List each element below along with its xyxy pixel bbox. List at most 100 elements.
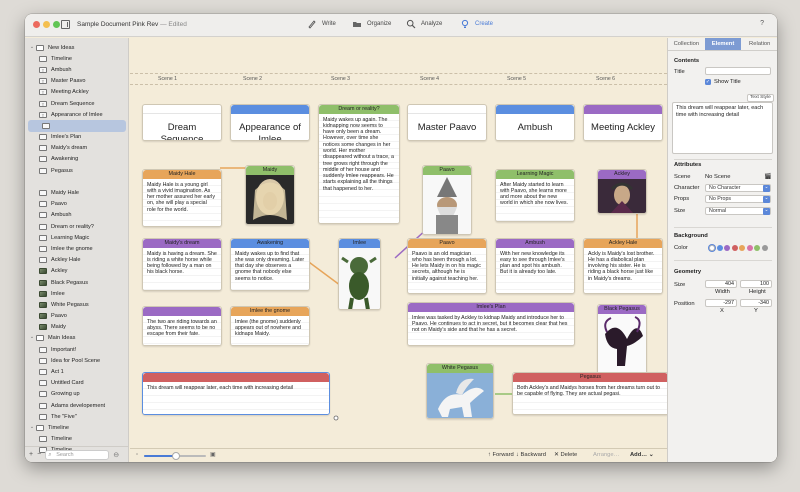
clapperboard-icon[interactable]: 🎬︎	[764, 173, 772, 180]
close-button[interactable]	[33, 21, 40, 28]
zoom-in-icon[interactable]: ▣	[210, 452, 215, 458]
width-field[interactable]: 404	[705, 280, 737, 288]
card-ackley-hale[interactable]: Ackley Hale Ackly is Maidy's lost brother…	[583, 238, 663, 294]
sidebar-item[interactable]: T Appearance of Imlee	[25, 109, 129, 120]
card-imlee-img[interactable]: Imlee	[338, 238, 381, 310]
sidebar-item[interactable]: Growing up	[25, 389, 129, 400]
size-select[interactable]: Normal	[705, 207, 771, 215]
card-maidys-dream[interactable]: Maidy's dream Maidy is having a dream. Sh…	[142, 238, 222, 291]
remove-item-button[interactable]: −	[37, 451, 41, 458]
sidebar-item[interactable]: Maidy's dream	[25, 143, 129, 154]
tab-relation[interactable]: Relation	[741, 38, 777, 50]
card-meeting-ackley[interactable]: Meeting Ackley	[583, 104, 663, 141]
arrange-button[interactable]: Arrange…	[593, 452, 619, 458]
toolbar-create-button[interactable]: Create	[460, 19, 493, 29]
sidebar-item[interactable]	[25, 176, 129, 187]
resize-handle-icon[interactable]	[333, 415, 339, 421]
board-canvas[interactable]: Scene 1 Scene 2 Scene 3 Scene 4 Scene 5 Scene…	[130, 38, 667, 448]
sidebar-item[interactable]: Awakening	[25, 154, 129, 165]
character-select[interactable]: No Character	[705, 184, 771, 192]
sidebar-item[interactable]: T Dream Sequence	[25, 98, 129, 109]
sidebar-item[interactable]: Paavo	[25, 199, 129, 210]
toolbar-write-button[interactable]: Write	[307, 19, 336, 29]
sidebar-item[interactable]: The "Five"	[25, 411, 129, 422]
disclosure-triangle-icon[interactable]: ⌄	[29, 424, 35, 431]
sidebar-item[interactable]: T Meeting Ackley	[25, 87, 129, 98]
sidebar-item[interactable]: Maidy	[25, 322, 129, 333]
card-imlee-gnome[interactable]: Imlee the gnome Imlee (the gnome) suddenl…	[230, 306, 310, 346]
sidebar-item[interactable]: Learning Magic	[25, 232, 129, 243]
card-learning-magic[interactable]: Learning Magic After Maidy started to lea…	[495, 169, 575, 222]
sidebar-item[interactable]: Idea for Pool Scene	[25, 355, 129, 366]
props-select[interactable]: No Props	[705, 195, 771, 203]
sidebar-item[interactable]: Ambush	[25, 210, 129, 221]
zoom-out-icon[interactable]: ▫	[136, 452, 138, 458]
tab-collection[interactable]: Collection	[668, 38, 705, 50]
filter-icon[interactable]: ⊖	[113, 451, 119, 459]
sidebar-item[interactable]: T Ambush	[25, 64, 129, 75]
color-swatch[interactable]	[731, 245, 738, 251]
sidebar-item[interactable]: Imlee the gnome	[25, 243, 129, 254]
card-pegasus[interactable]: Pegasus Both Ackley's and Maidys horses f…	[512, 372, 667, 415]
color-swatch[interactable]	[754, 245, 760, 251]
sidebar-item[interactable]: Timeline	[25, 53, 129, 64]
send-backward-button[interactable]: ↓ Backward	[516, 452, 546, 458]
card-maidy-hale[interactable]: Maidy Hale Maidy Hale is a young girl wit…	[142, 169, 222, 227]
sidebar-item[interactable]: Untitled Card	[25, 378, 129, 389]
card-maidy-img[interactable]: Maidy	[245, 165, 295, 225]
zoom-slider-knob[interactable]	[172, 452, 180, 460]
sidebar-item[interactable]: Ackley Hale	[25, 255, 129, 266]
sidebar-item[interactable]: Important!	[25, 344, 129, 355]
card-appearance-of-imlee[interactable]: Appearance of Imlee	[230, 104, 310, 141]
card-awakening[interactable]: Awakening Maidy wakes up to find that she…	[230, 238, 310, 291]
show-title-checkbox[interactable]: ✓	[705, 79, 711, 85]
help-button[interactable]: ?	[760, 20, 764, 27]
sidebar-item[interactable]: Imlee	[25, 288, 129, 299]
height-field[interactable]: 100	[740, 280, 772, 288]
bring-forward-button[interactable]: ↑ Forward	[488, 452, 514, 458]
card-riding-card[interactable]: The two are riding towards an abyss. The…	[142, 306, 222, 346]
sidebar-group[interactable]: ⌄ Timeline	[25, 422, 129, 433]
card-ackley-img[interactable]: Ackley	[597, 169, 647, 214]
add-item-button[interactable]: +	[29, 451, 33, 458]
sidebar-group[interactable]: ⌄ New Ideas	[25, 42, 129, 53]
sidebar-item[interactable]: White Pegasus	[25, 299, 129, 310]
sidebar-item[interactable]: Imlee's Plan	[25, 132, 129, 143]
sidebar-item[interactable]: Ackley	[25, 266, 129, 277]
title-field[interactable]	[705, 67, 771, 75]
card-black-pegasus-img[interactable]: Black Pegasus	[597, 304, 647, 374]
sidebar-item[interactable]: Adams developement	[25, 400, 129, 411]
color-swatch[interactable]	[739, 245, 745, 251]
color-swatch[interactable]	[709, 245, 715, 251]
color-swatch[interactable]	[746, 245, 753, 251]
tab-element[interactable]: Element	[704, 38, 742, 50]
card-master-paavo[interactable]: Master Paavo	[407, 104, 487, 141]
toolbar-analyze-button[interactable]: Analyze	[406, 19, 442, 29]
disclosure-triangle-icon[interactable]: ⌄	[29, 335, 35, 341]
sidebar-item[interactable]: Paavo	[25, 311, 129, 322]
card-ambush-big[interactable]: Ambush	[495, 104, 575, 141]
delete-button[interactable]: ✕ Delete	[554, 452, 577, 458]
card-reappear-card[interactable]: This dream will reappear later, each tim…	[142, 372, 330, 415]
card-white-pegasus-img[interactable]: White Pegasus	[426, 363, 494, 419]
color-swatch[interactable]	[716, 245, 723, 251]
add-menu-button[interactable]: Add… ⌄	[630, 452, 654, 458]
card-paavo[interactable]: Paavo Paavo is an old magician who has be…	[407, 238, 487, 294]
card-dream-sequence[interactable]: Dream Sequence	[142, 104, 222, 141]
color-swatch[interactable]	[761, 245, 768, 251]
color-swatch[interactable]	[724, 245, 730, 251]
text-editor[interactable]: This dream will reappear later, each tim…	[672, 102, 773, 154]
sidebar-item[interactable]: Pegasus	[25, 165, 129, 176]
sidebar-item[interactable]: Black Pegasus	[25, 277, 129, 288]
sidebar-search-input[interactable]: Search	[45, 449, 110, 460]
card-ambush[interactable]: Ambush With her new knowledge its easy to…	[495, 238, 575, 294]
sidebar-item[interactable]	[28, 120, 126, 132]
sidebar-group[interactable]: ⌄ Main Ideas	[25, 333, 129, 344]
card-imlees-plan[interactable]: Imlee's Plan Imlee was tasked by Ackley t…	[407, 302, 575, 346]
sidebar-item[interactable]: Timeline	[25, 434, 129, 445]
toolbar-organize-button[interactable]: Organize	[352, 19, 391, 29]
card-dream-or-reality[interactable]: Dream or reality? Maidy wakes up again. T…	[318, 104, 400, 224]
zoom-button[interactable]	[53, 21, 60, 28]
sidebar-item[interactable]: Maidy Hale	[25, 187, 129, 198]
sidebar-item[interactable]: Act 1	[25, 366, 129, 377]
